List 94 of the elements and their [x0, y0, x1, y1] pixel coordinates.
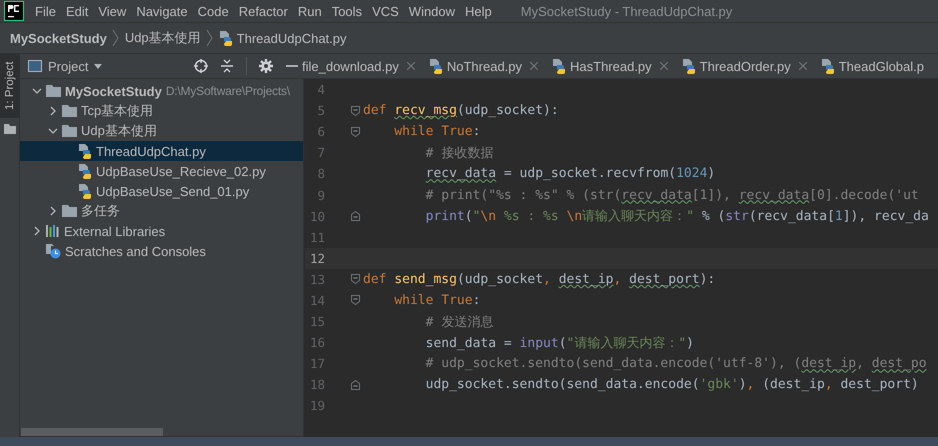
fold-marker-icon[interactable] — [351, 295, 360, 306]
code-line: udp_socket.sendto(send_data.encode('gbk'), (dest_ip, dest_port) — [424, 377, 919, 392]
chevron-right-icon[interactable] — [32, 226, 42, 236]
line-number: 14 — [308, 292, 325, 308]
folder-icon — [62, 125, 77, 137]
chevron-right-icon[interactable] — [48, 106, 58, 116]
tree-item[interactable]: Udp基本使用 — [20, 121, 303, 141]
fold-marker-icon[interactable] — [351, 380, 360, 390]
code-line: while True: — [393, 292, 480, 308]
code-line: # print("%s : %s" % (str(recv_data[1]), recv_data[0].decode('ut — [424, 188, 919, 203]
python-file-icon — [552, 58, 566, 74]
python-file-icon — [682, 58, 696, 74]
python-file-icon — [78, 143, 92, 159]
code-line: # 发送消息 — [424, 314, 494, 331]
tree-item[interactable]: ThreadUdpChat.py — [20, 141, 303, 161]
line-number: 19 — [308, 398, 325, 414]
code-line: # 接收数据 — [424, 144, 494, 162]
line-number: 12 — [308, 250, 325, 266]
editor-tab[interactable]: TheadGlobal.p — [820, 54, 930, 78]
line-number: 17 — [308, 356, 325, 372]
folder-icon — [46, 85, 61, 97]
library-icon — [46, 224, 60, 238]
tree-item[interactable]: Tcp基本使用 — [20, 101, 303, 121]
folder-icon — [62, 105, 77, 117]
panel-icon — [28, 60, 42, 72]
editor-tab[interactable]: HasThread.py — [552, 54, 674, 78]
line-number: 16 — [308, 335, 325, 350]
project-tool-tab[interactable]: 1: Project — [0, 54, 20, 118]
breadcrumb-item[interactable]: MySocketStudy — [10, 30, 107, 46]
code-line: recv_data = udp_socket.recvfrom(1024) — [424, 166, 716, 182]
editor-tab[interactable]: ThreadOrder.py — [682, 54, 813, 78]
menu-item[interactable]: Refactor — [234, 4, 293, 18]
menu-item[interactable]: File — [30, 4, 61, 18]
line-number: 6 — [316, 124, 325, 140]
chevron-right-icon — [206, 29, 214, 47]
settings-icon[interactable] — [259, 59, 273, 73]
chevron-down-icon[interactable] — [48, 126, 58, 136]
breadcrumb-item[interactable]: Udp基本使用 — [124, 29, 201, 47]
line-number: 13 — [308, 272, 325, 287]
scrollbar-thumb[interactable] — [21, 428, 163, 436]
breadcrumb-item[interactable]: ThreadUdpChat.py — [218, 30, 347, 46]
python-file-icon — [428, 58, 443, 74]
code-line: print("\n %s : %s \n请输入聊天内容：" % (str(recv_data[1]), recv_da — [424, 208, 929, 226]
fold-marker-icon[interactable] — [351, 211, 360, 222]
window-title: MySocketStudy - ThreadUdpChat.py — [520, 4, 732, 18]
code-line: def send_msg(udp_socket, dest_ip, dest_port): — [363, 272, 716, 287]
line-number: 5 — [316, 103, 325, 118]
python-file-icon — [820, 58, 835, 74]
line-number: 4 — [316, 82, 325, 98]
tree-item[interactable]: MySocketStudy D:\MySoftware\Projects\ — [20, 81, 303, 101]
fold-marker-icon[interactable] — [351, 106, 360, 116]
project-view-dropdown[interactable]: Project — [28, 58, 102, 74]
tree-item[interactable]: UdpBaseUse_Send_01.py — [20, 181, 303, 201]
line-number: 18 — [308, 377, 325, 392]
chevron-down-icon[interactable] — [32, 86, 42, 96]
python-file-icon — [218, 30, 233, 46]
crosshair-icon[interactable] — [194, 59, 208, 73]
folder-icon — [62, 205, 77, 217]
code-line: while True: — [393, 124, 480, 140]
tree-item[interactable]: External Libraries — [20, 221, 303, 241]
menu-item[interactable]: Window — [404, 4, 460, 18]
editor-tab[interactable]: file_download.py — [302, 54, 421, 78]
line-number: 15 — [308, 314, 325, 330]
line-number: 10 — [308, 208, 325, 224]
python-file-icon — [78, 183, 92, 199]
fold-marker-icon[interactable] — [351, 274, 360, 284]
tree-item[interactable]: 多任务 — [20, 201, 303, 221]
menu-item[interactable]: Tools — [326, 4, 368, 18]
menu-item[interactable]: Navigate — [131, 4, 193, 18]
menu-item[interactable]: Help — [460, 4, 497, 18]
app-logo-icon — [4, 1, 24, 21]
editor-tab[interactable]: NoThread.py — [428, 54, 544, 78]
scratch-clock-icon — [46, 244, 61, 258]
menu-item[interactable]: Code — [192, 4, 234, 18]
folder-icon[interactable] — [4, 124, 16, 134]
menu-item[interactable]: Run — [292, 4, 327, 18]
line-number: 7 — [316, 145, 325, 160]
tree-item[interactable]: UdpBaseUse_Recieve_02.py — [20, 161, 303, 181]
code-line: def recv_msg(udp_socket): — [363, 103, 559, 118]
menu-item[interactable]: VCS — [367, 4, 404, 18]
collapse-all-icon[interactable] — [220, 59, 234, 73]
fold-marker-icon[interactable] — [351, 126, 360, 137]
chevron-right-icon[interactable] — [48, 206, 58, 216]
menu-item[interactable]: Edit — [60, 4, 94, 18]
line-number: 9 — [316, 188, 325, 203]
tree-item[interactable]: Scratches and Consoles — [20, 241, 303, 261]
chevron-right-icon — [112, 29, 120, 47]
caret-icon — [94, 64, 102, 68]
code-line: # udp_socket.sendto(send_data.encode('utf-8'), (dest_ip, dest_po — [424, 356, 927, 372]
python-file-icon — [78, 163, 92, 179]
menu-item[interactable]: View — [93, 4, 132, 18]
code-line: send_data = input("请输入聊天内容：") — [424, 334, 694, 352]
line-number: 8 — [316, 166, 325, 182]
line-number: 11 — [308, 230, 325, 245]
